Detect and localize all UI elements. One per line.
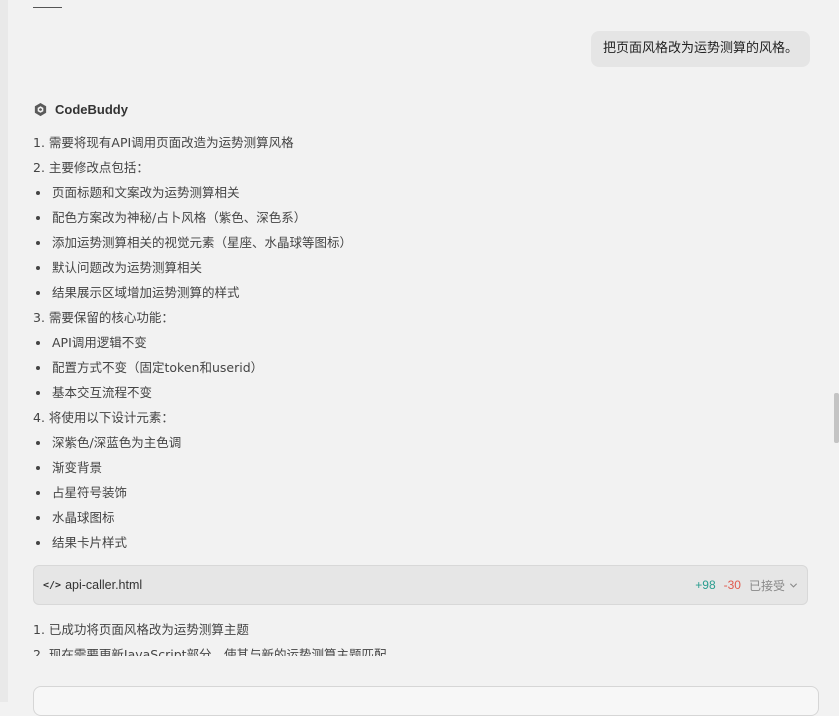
bullet-item: 基本交互流程不变 [33,382,813,407]
chat-input[interactable] [33,686,819,716]
bullet-item: 渐变背景 [33,457,813,482]
list-item: 3. 需要保留的核心功能： [33,310,174,325]
chevron-down-icon[interactable] [789,581,798,590]
bullet-item: 添加运势测算相关的视觉元素（星座、水晶球等图标） [33,232,813,257]
bullet-item: 默认问题改为运势测算相关 [33,257,813,282]
list-item: 1. 需要将现有API调用页面改造为运势测算风格 [33,135,294,150]
lines-added: +98 [695,578,716,592]
bullet-item: 配置方式不变（固定token和userid） [33,357,813,382]
file-name[interactable]: api-caller.html [65,578,142,592]
change-status[interactable]: 已接受 [749,577,785,594]
user-message-bubble: 把页面风格改为运势测算的风格。 [590,31,810,67]
response-content-continued: 1. 已成功将页面风格改为运势测算主题 2. 现在需要更新JavaScript部… [33,619,813,656]
bullet-item: 配色方案改为神秘/占卜风格（紫色、深色系） [33,207,813,232]
list-item: 4. 将使用以下设计元素： [33,410,174,425]
divider [33,7,62,8]
response-content: 1. 需要将现有API调用页面改造为运势测算风格 2. 主要修改点包括： 页面标… [33,132,813,557]
user-message-text: 把页面风格改为运势测算的风格。 [602,41,798,56]
list-item: 2. 现在需要更新JavaScript部分，使其与新的运势测算主题匹配 [33,647,387,656]
bullet-item: 页面标题和文案改为运势测算相关 [33,182,813,207]
codebuddy-logo-icon [34,102,47,116]
bullet-item: 水晶球图标 [33,507,813,532]
bullet-item: 结果展示区域增加运势测算的样式 [33,282,813,307]
assistant-name: CodeBuddy [55,101,128,117]
bullet-item: 深紫色/深蓝色为主色调 [33,432,813,457]
bullet-item: 结果卡片样式 [33,532,813,557]
list-item: 2. 主要修改点包括： [33,160,149,175]
assistant-header: CodeBuddy [33,100,128,118]
file-change-card[interactable]: </> api-caller.html +98 -30 已接受 [33,565,808,605]
lines-removed: -30 [723,578,741,592]
list-item: 1. 已成功将页面风格改为运势测算主题 [33,622,249,637]
bullet-item: API调用逻辑不变 [33,332,813,357]
left-edge [0,0,8,702]
code-icon: </> [43,579,62,591]
scrollbar-thumb[interactable] [834,393,839,443]
bullet-item: 占星符号装饰 [33,482,813,507]
